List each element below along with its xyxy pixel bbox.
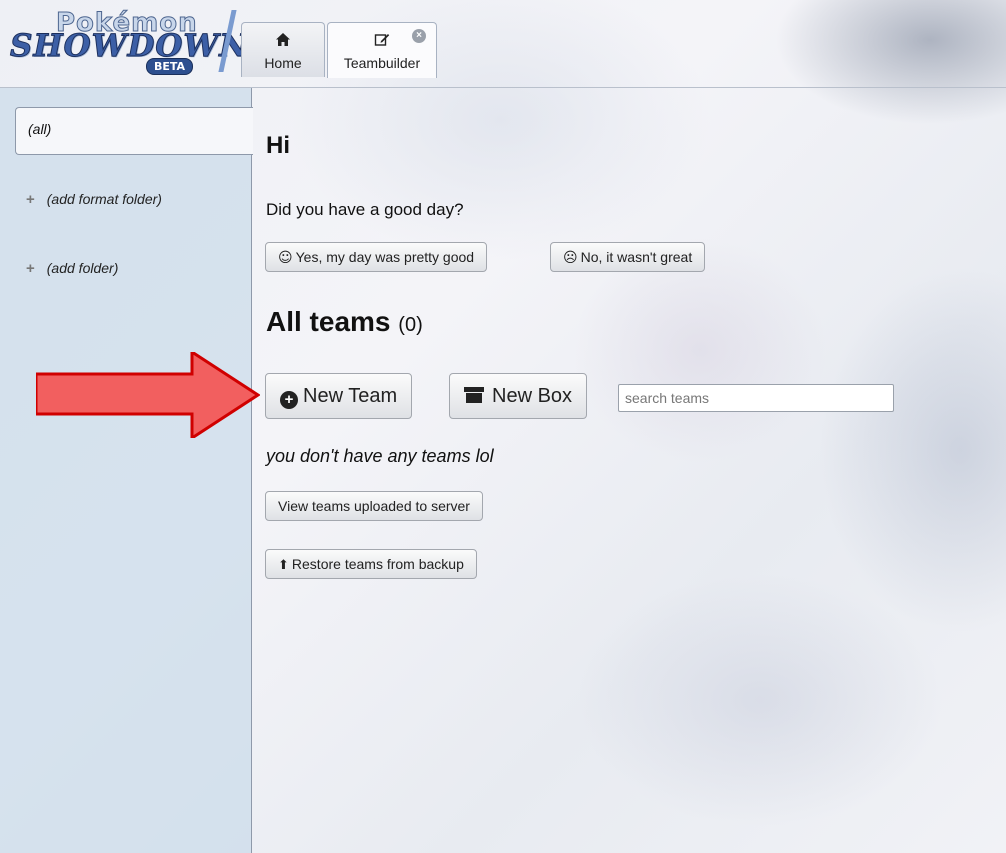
bad-day-button[interactable]: ☹ No, it wasn't great <box>550 242 706 272</box>
smile-icon: ☺ <box>278 250 293 266</box>
new-box-label: New Box <box>492 385 573 407</box>
beta-badge: BETA <box>146 58 194 75</box>
add-folder-button[interactable]: + (add folder) <box>26 260 118 277</box>
new-team-label: New Team <box>303 385 398 407</box>
plus-icon: + <box>26 191 35 208</box>
new-box-button[interactable]: New Box <box>449 373 588 419</box>
search-teams-input[interactable] <box>618 384 894 412</box>
add-format-folder-button[interactable]: + (add format folder) <box>26 191 162 208</box>
bad-day-label: No, it wasn't great <box>580 249 693 265</box>
new-team-button[interactable]: + New Team <box>265 373 413 419</box>
upload-icon: ⬆ <box>278 558 289 573</box>
tab-home[interactable]: Home <box>241 22 325 77</box>
add-format-folder-label: (add format folder) <box>46 191 162 207</box>
arrow-shape <box>36 352 260 438</box>
restore-teams-button[interactable]: ⬆ Restore teams from backup <box>265 549 477 579</box>
greeting-title: Hi <box>266 132 290 159</box>
greeting-question: Did you have a good day? <box>266 200 464 219</box>
all-teams-heading: All teams (0) <box>266 306 423 338</box>
folder-all-label: (all) <box>28 121 52 137</box>
view-uploaded-teams-button[interactable]: View teams uploaded to server <box>265 491 483 521</box>
tab-home-label: Home <box>264 55 302 71</box>
restore-teams-label: Restore teams from backup <box>291 556 464 572</box>
tab-teambuilder[interactable]: Teambuilder × <box>327 22 437 78</box>
team-count: (0) <box>398 314 423 336</box>
plus-circle-icon: + <box>280 391 298 409</box>
teambuilder-main: Hi Did you have a good day? ☺ Yes, my day… <box>252 88 1006 853</box>
all-teams-title: All teams <box>266 306 391 337</box>
red-arrow-annotation <box>36 352 260 438</box>
folder-all[interactable]: (all) <box>15 107 253 155</box>
plus-icon: + <box>26 260 35 277</box>
header: Pokémon SHOWDOWN BETA Home Teambuilder × <box>0 0 1006 88</box>
good-day-button[interactable]: ☺ Yes, my day was pretty good <box>265 242 488 272</box>
pokemon-showdown-logo[interactable]: Pokémon SHOWDOWN BETA <box>8 6 248 78</box>
archive-box-icon <box>464 387 484 403</box>
frown-icon: ☹ <box>563 250 578 266</box>
no-teams-message: you don't have any teams lol <box>266 446 494 466</box>
tab-teambuilder-label: Teambuilder <box>343 55 421 71</box>
close-tab-icon[interactable]: × <box>412 29 426 43</box>
view-uploaded-teams-label: View teams uploaded to server <box>278 498 470 514</box>
good-day-label: Yes, my day was pretty good <box>295 249 475 265</box>
folder-sidebar: (all) + (add format folder) + (add folder) <box>0 88 253 853</box>
add-folder-label: (add folder) <box>46 260 119 276</box>
home-icon <box>242 32 324 51</box>
